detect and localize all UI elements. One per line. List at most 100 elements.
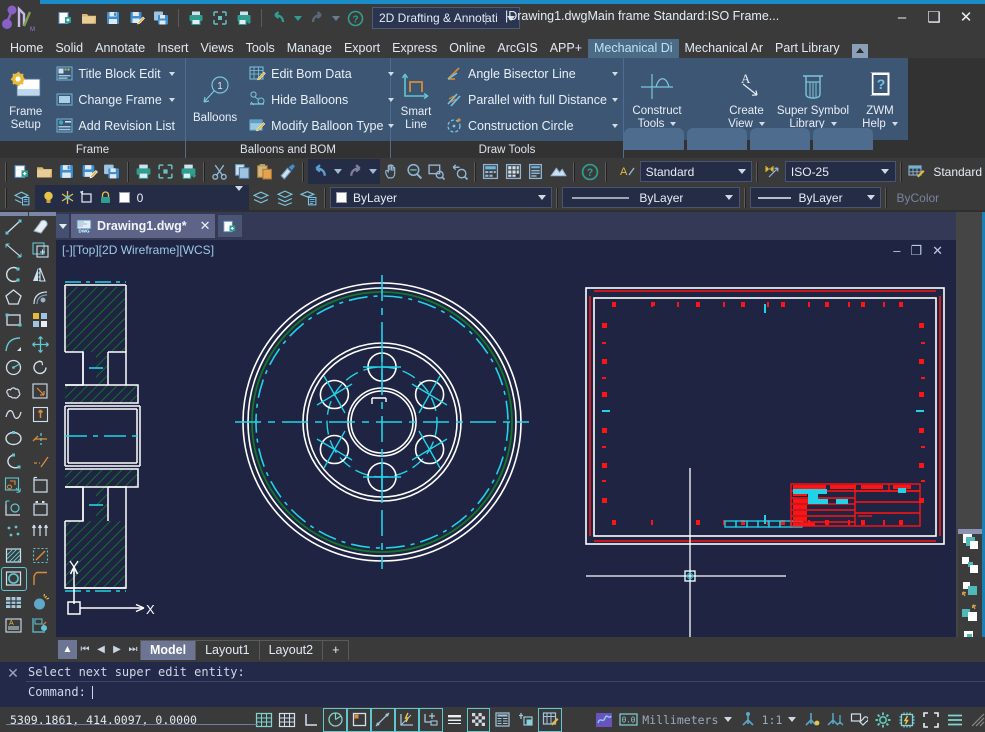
add-revision-list-button[interactable]: Add Revision List: [51, 113, 179, 138]
redo-dropdown-icon[interactable]: [367, 160, 379, 183]
first-layout-button[interactable]: ⏮: [77, 640, 93, 659]
dynamic-ucs-icon[interactable]: [394, 707, 419, 732]
document-tab[interactable]: DWG Drawing1.dwg* ✕: [71, 214, 215, 238]
balloons-button[interactable]: 1 Balloons: [192, 73, 238, 126]
workspace-combo[interactable]: 2D Drafting & Annotati: [372, 7, 520, 29]
tab-manage[interactable]: Manage: [281, 39, 338, 58]
pan-icon[interactable]: [381, 160, 403, 183]
construct-tools-button[interactable]: Construct Tools: [626, 66, 688, 132]
create-view-button[interactable]: A Create View: [719, 66, 774, 132]
layer-color-swatch[interactable]: [115, 186, 134, 209]
arc-3point-icon[interactable]: [2, 333, 26, 355]
cad-drawing[interactable]: X: [56, 258, 956, 637]
maximize-button[interactable]: ❑: [919, 4, 949, 30]
ortho-mode-icon[interactable]: [300, 709, 322, 731]
chevron-down-icon[interactable]: [169, 97, 175, 102]
offset-icon[interactable]: [29, 286, 53, 308]
change-frame-button[interactable]: Change Frame: [51, 87, 179, 112]
make-block-icon[interactable]: [2, 497, 26, 519]
plot-icon[interactable]: [185, 7, 207, 29]
model-layout-toggle-icon[interactable]: ▲: [58, 640, 77, 659]
chevron-down-icon[interactable]: [878, 169, 893, 174]
redo-dropdown-icon[interactable]: [330, 7, 342, 29]
add-layer-icon[interactable]: [958, 601, 982, 625]
prev-layout-button[interactable]: ◀: [93, 640, 109, 659]
new-document-button[interactable]: [217, 215, 242, 237]
table-icon[interactable]: [2, 591, 26, 613]
match-properties-icon[interactable]: [277, 160, 299, 183]
annotation-scale-icon[interactable]: [737, 709, 759, 731]
move-layer-icon[interactable]: [958, 577, 982, 601]
paste-icon[interactable]: [254, 160, 276, 183]
mtext-icon[interactable]: A: [2, 614, 26, 636]
table-style-combo[interactable]: Standard: [928, 161, 985, 182]
save-icon[interactable]: [56, 160, 78, 183]
tab-layout2[interactable]: Layout2: [258, 639, 324, 660]
ellipse-icon[interactable]: [2, 427, 26, 449]
drawing-area[interactable]: X: [56, 212, 985, 732]
next-layout-button[interactable]: ▶: [109, 640, 125, 659]
last-layout-button[interactable]: ⏭: [125, 640, 141, 659]
tab-annotate[interactable]: Annotate: [89, 39, 151, 58]
copy-icon[interactable]: [232, 160, 254, 183]
units-label[interactable]: Millimeters: [642, 713, 718, 727]
layer-properties-icon[interactable]: [11, 186, 34, 209]
hatch-icon[interactable]: [2, 544, 26, 566]
chevron-down-icon[interactable]: [722, 195, 737, 200]
redo-icon[interactable]: [344, 160, 367, 183]
insert-block-icon[interactable]: [2, 474, 26, 496]
design-center-icon[interactable]: [503, 160, 525, 183]
customization-icon[interactable]: [944, 709, 966, 731]
table-style-icon[interactable]: [906, 160, 928, 183]
polar-tracking-icon[interactable]: [323, 707, 348, 732]
close-button[interactable]: ✕: [951, 4, 981, 30]
tab-app-plus[interactable]: APP+: [544, 39, 588, 58]
tab-add-layout[interactable]: +: [322, 639, 350, 660]
panel-blob-1[interactable]: [624, 128, 684, 150]
publish-icon[interactable]: [233, 7, 255, 29]
fillet-icon[interactable]: [29, 568, 53, 590]
command-line-close-icon[interactable]: ✕: [0, 662, 26, 707]
quick-properties-icon[interactable]: [491, 709, 513, 731]
units-icon[interactable]: 0.0: [617, 709, 639, 731]
layer-new-icon[interactable]: [77, 186, 96, 209]
array-icon[interactable]: [29, 310, 53, 332]
tab-insert[interactable]: Insert: [151, 39, 194, 58]
annotation-visibility-icon[interactable]: [801, 709, 823, 731]
edit-polyline-icon[interactable]: [29, 614, 53, 636]
layer-stack-icon[interactable]: [958, 553, 982, 577]
region-icon[interactable]: [0, 566, 27, 592]
chevron-down-icon[interactable]: [721, 709, 734, 731]
trim-icon[interactable]: [29, 427, 53, 449]
explode-icon[interactable]: [29, 591, 53, 613]
plot-preview-icon[interactable]: [209, 7, 231, 29]
parallel-full-distance-button[interactable]: Parallel with full Distance: [441, 87, 622, 112]
object-snap-tracking-icon[interactable]: [371, 707, 395, 732]
layer-freeze-icon[interactable]: [58, 186, 77, 209]
stretch-icon[interactable]: [29, 404, 53, 426]
hardware-accel-icon[interactable]: [896, 709, 918, 731]
toolbar-grip-1[interactable]: [5, 161, 7, 182]
chevron-down-icon[interactable]: [534, 195, 549, 200]
chevron-down-icon[interactable]: [235, 185, 248, 205]
new-icon[interactable]: [54, 7, 76, 29]
save-all-icon[interactable]: [101, 160, 123, 183]
open-icon[interactable]: [34, 160, 56, 183]
render-icon[interactable]: [548, 160, 570, 183]
help-icon[interactable]: ?: [579, 160, 601, 183]
smart-line-button[interactable]: Smart Line: [397, 67, 435, 133]
tab-solid[interactable]: Solid: [49, 39, 89, 58]
chevron-down-icon[interactable]: [734, 169, 749, 174]
properties-icon[interactable]: [480, 160, 502, 183]
layer-walk-icon[interactable]: [297, 186, 320, 209]
workspace-switch-icon[interactable]: [848, 709, 870, 731]
open-icon[interactable]: [78, 7, 100, 29]
chevron-down-icon[interactable]: [785, 709, 798, 731]
zoom-previous-icon[interactable]: [449, 160, 471, 183]
tab-home[interactable]: Home: [4, 39, 49, 58]
tab-model[interactable]: Model: [140, 639, 197, 660]
layer-combo[interactable]: 0: [34, 185, 250, 210]
chevron-down-icon[interactable]: [611, 97, 618, 102]
line-icon[interactable]: [2, 216, 26, 238]
join-icon[interactable]: [29, 521, 53, 543]
